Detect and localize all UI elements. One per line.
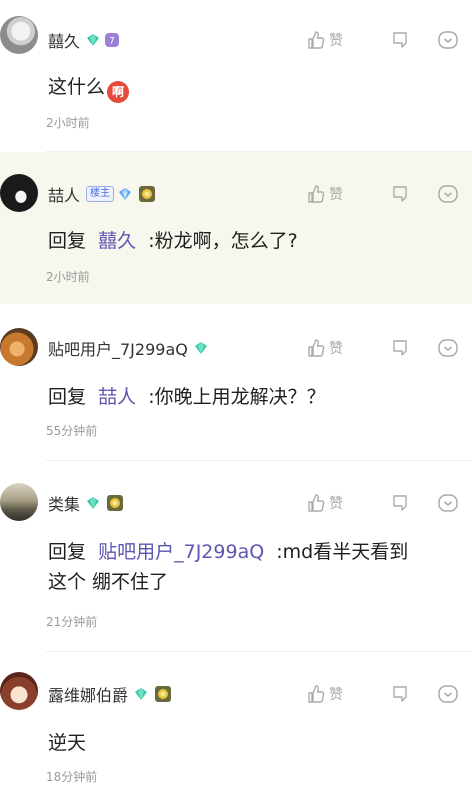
svg-text:9: 9 xyxy=(123,191,127,198)
thumb-up-icon xyxy=(308,339,325,357)
medal-badge-icon xyxy=(107,495,124,511)
dislike-button[interactable] xyxy=(376,684,424,704)
like-button[interactable]: 赞 xyxy=(306,184,376,204)
diamond-badge-icon xyxy=(194,342,207,354)
more-options-icon xyxy=(438,31,458,49)
comment-item: 喆人 楼主 9 赞 回复 囍久 :粉龙啊，怎么了? 2小时前 xyxy=(0,152,472,304)
comment-text: 回复 喆人 :你晚上用龙解决？？ xyxy=(48,386,326,408)
more-options-button[interactable] xyxy=(424,183,472,205)
timestamp: 18分钟前 xyxy=(46,770,98,784)
username[interactable]: 贴吧用户_7J299aQ xyxy=(48,336,188,360)
comment-text: 逆天 xyxy=(48,732,87,754)
thumb-up-icon xyxy=(308,31,325,49)
level-badge-icon: 7 xyxy=(105,33,120,47)
comment-item: 露维娜伯爵 赞 逆天 18分钟前 xyxy=(0,652,472,800)
more-options-icon xyxy=(438,185,458,203)
username[interactable]: 喆人 xyxy=(48,182,80,206)
dislike-button[interactable] xyxy=(376,493,424,513)
like-label: 赞 xyxy=(329,687,343,703)
comment-item: 类集 赞 回复 贴吧用户_7J299aQ :md看半天看到 这个 绷不住了 21分… xyxy=(0,461,472,651)
diamond-badge-icon xyxy=(87,34,100,46)
avatar[interactable] xyxy=(0,328,38,366)
more-options-icon xyxy=(438,339,458,357)
timestamp: 21分钟前 xyxy=(46,615,98,629)
op-badge: 楼主 xyxy=(86,186,115,202)
thumb-up-icon xyxy=(308,494,325,512)
svg-text:7: 7 xyxy=(109,37,115,47)
avatar[interactable] xyxy=(0,672,38,710)
more-options-icon xyxy=(438,685,458,703)
avatar[interactable] xyxy=(0,174,38,212)
diamond-badge-icon xyxy=(135,688,148,700)
emoji-icon: 啊 xyxy=(107,81,130,103)
thumb-down-icon xyxy=(393,186,407,202)
like-label: 赞 xyxy=(329,341,343,357)
thumb-up-icon xyxy=(308,685,325,703)
thumb-down-icon xyxy=(393,686,407,702)
username[interactable]: 囍久 xyxy=(48,28,80,52)
mention-link[interactable]: 囍久 xyxy=(98,230,136,252)
comment-text: 回复 囍久 :粉龙啊，怎么了? xyxy=(48,230,298,252)
like-button[interactable]: 赞 xyxy=(306,338,376,358)
dislike-button[interactable] xyxy=(376,338,424,358)
more-options-button[interactable] xyxy=(424,29,472,51)
medal-badge-icon xyxy=(139,186,156,202)
username[interactable]: 露维娜伯爵 xyxy=(48,682,128,706)
more-options-button[interactable] xyxy=(424,492,472,514)
more-options-icon xyxy=(438,494,458,512)
like-button[interactable]: 赞 xyxy=(306,30,376,50)
diamond-badge-icon: 9 xyxy=(119,188,132,200)
thumb-down-icon xyxy=(393,340,407,356)
like-label: 赞 xyxy=(329,33,343,49)
mention-link[interactable]: 喆人 xyxy=(98,386,136,408)
dislike-button[interactable] xyxy=(376,30,424,50)
timestamp: 2小时前 xyxy=(46,270,90,284)
like-button[interactable]: 赞 xyxy=(306,493,376,513)
timestamp: 2小时前 xyxy=(46,116,90,130)
like-button[interactable]: 赞 xyxy=(306,684,376,704)
reply-prefix: 回复 xyxy=(48,230,87,252)
timestamp: 55分钟前 xyxy=(46,424,98,438)
avatar[interactable] xyxy=(0,16,38,54)
reply-prefix: 回复 xyxy=(48,541,87,563)
comment-text: 回复 贴吧用户_7J299aQ :md看半天看到 这个 绷不住了 xyxy=(48,541,409,593)
thumb-down-icon xyxy=(393,32,407,48)
dislike-button[interactable] xyxy=(376,184,424,204)
medal-badge-icon xyxy=(155,686,172,702)
thumb-up-icon xyxy=(308,185,325,203)
like-label: 赞 xyxy=(329,187,343,203)
comment-text: 这什么啊 xyxy=(48,72,452,103)
reply-prefix: 回复 xyxy=(48,386,87,408)
mention-link[interactable]: 贴吧用户_7J299aQ xyxy=(98,541,264,563)
username[interactable]: 类集 xyxy=(48,491,80,515)
like-label: 赞 xyxy=(329,496,343,512)
more-options-button[interactable] xyxy=(424,683,472,705)
comment-item: 囍久 7 赞 这什么啊 2小时前 xyxy=(0,0,472,150)
comment-item: 贴吧用户_7J299aQ 赞 回复 喆人 :你晚上用龙解决？？ 55分钟前 xyxy=(0,304,472,460)
diamond-badge-icon xyxy=(87,497,100,509)
avatar[interactable] xyxy=(0,483,38,521)
more-options-button[interactable] xyxy=(424,337,472,359)
thumb-down-icon xyxy=(393,495,407,511)
